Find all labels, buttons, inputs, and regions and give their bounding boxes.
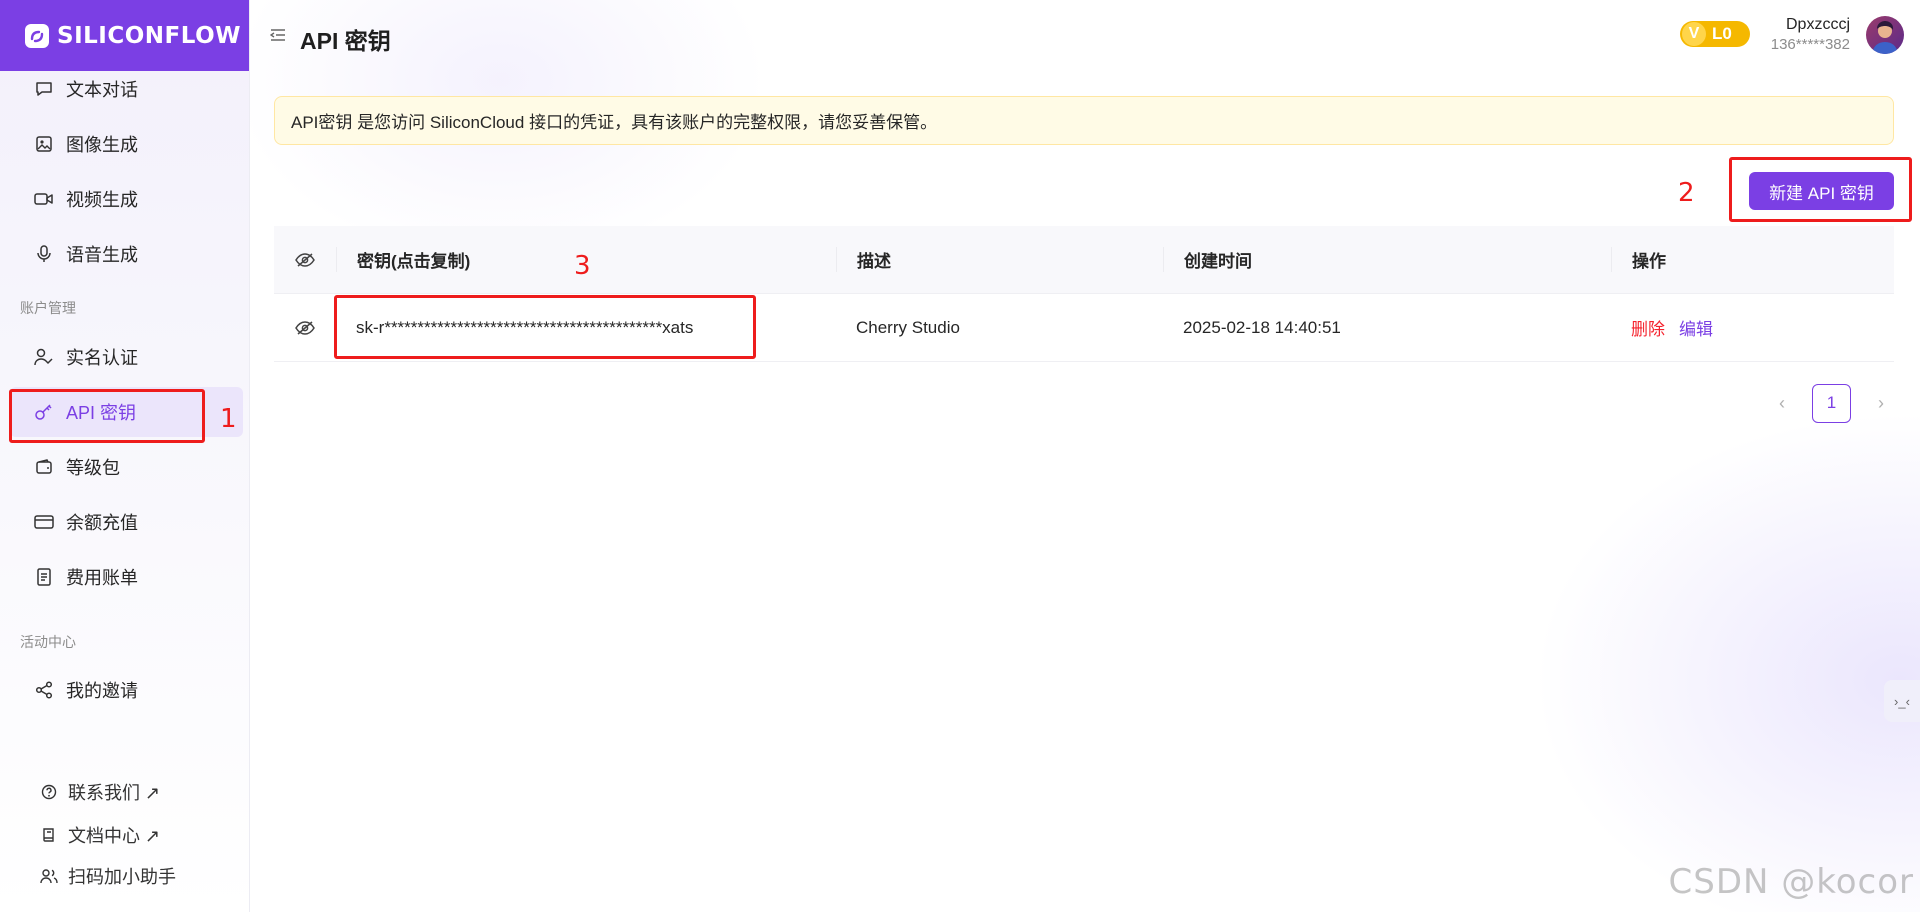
vip-icon: V [1682, 22, 1706, 46]
next-page-icon[interactable]: › [1869, 391, 1893, 415]
key-description: Cherry Studio [856, 317, 960, 337]
sidebar-item-label: 文本对话 [66, 80, 138, 100]
pagination: ‹ 1 › [1770, 383, 1893, 423]
contact-us-link[interactable]: 联系我们 ↗ [40, 779, 160, 805]
api-keys-table: 密钥(点击复制) 描述 创建时间 操作 sk-r****************… [274, 226, 1894, 362]
column-header-description: 描述 [836, 247, 1163, 272]
row-actions: 删除 编辑 [1611, 315, 1894, 340]
book-icon [40, 826, 58, 844]
sidebar-item-label: 视频生成 [66, 190, 138, 210]
api-key-value[interactable]: sk-r************************************… [336, 318, 836, 338]
contact-us-label: 联系我们 ↗ [68, 783, 161, 803]
table-header: 密钥(点击复制) 描述 创建时间 操作 [274, 226, 1894, 294]
sidebar-item-label: 余额充值 [66, 513, 138, 533]
eye-off-icon [295, 252, 315, 268]
user-phone: 136*****382 [1770, 36, 1850, 53]
sidebar-item-label: 语音生成 [66, 245, 138, 265]
level-badge[interactable]: V L0 [1680, 21, 1750, 47]
toggle-all-visibility[interactable] [274, 252, 336, 268]
collapse-sidebar-icon[interactable] [269, 28, 288, 44]
main-content: API 密钥 V L0 Dpxzcccj 136*****382 API密钥 是… [250, 0, 1920, 912]
annotation-number-3: 3 [574, 251, 591, 281]
sidebar-item-invitations[interactable]: 我的邀请 [10, 665, 243, 715]
toggle-key-visibility[interactable] [274, 320, 336, 336]
sidebar: SILICONFLOW 文本对话 图像生成 视频生成 语音生成 账户管理 实名认… [0, 0, 250, 912]
section-title-activity: 活动中心 [20, 634, 76, 650]
microphone-icon [34, 244, 54, 264]
new-api-key-button[interactable]: 新建 API 密钥 [1749, 172, 1894, 210]
code-icon: ›_‹ [1894, 693, 1910, 709]
logo-text: SILICONFLOW [57, 22, 241, 49]
help-circle-icon [40, 783, 58, 801]
assistant-link[interactable]: 扫码加小助手 [40, 863, 176, 889]
watermark: CSDN @kocor [1668, 862, 1914, 902]
wallet-icon [34, 457, 54, 477]
column-header-actions: 操作 [1611, 247, 1894, 272]
edit-key-link[interactable]: 编辑 [1679, 315, 1713, 340]
docs-center-link[interactable]: 文档中心 ↗ [40, 822, 160, 848]
floating-dev-tab[interactable]: ›_‹ [1884, 680, 1920, 722]
notice-banner: API密钥 是您访问 SiliconCloud 接口的凭证，具有该账户的完整权限… [274, 96, 1894, 145]
avatar[interactable] [1866, 16, 1904, 54]
user-check-icon [34, 347, 54, 367]
docs-center-label: 文档中心 ↗ [68, 826, 161, 846]
sidebar-item-image[interactable]: 图像生成 [10, 119, 243, 169]
sidebar-item-recharge[interactable]: 余额充值 [10, 497, 243, 547]
logo-bar[interactable]: SILICONFLOW [0, 0, 249, 71]
prev-page-icon[interactable]: ‹ [1770, 391, 1794, 415]
sidebar-item-label: API 密钥 [66, 403, 137, 423]
table-row: sk-r************************************… [274, 294, 1894, 362]
section-title-account: 账户管理 [20, 300, 76, 316]
level-label: L0 [1712, 24, 1732, 43]
column-header-created: 创建时间 [1163, 247, 1611, 272]
user-name[interactable]: Dpxzcccj [1786, 16, 1850, 34]
sidebar-item-label: 费用账单 [66, 568, 138, 588]
sidebar-item-label: 图像生成 [66, 135, 138, 155]
app: SILICONFLOW 文本对话 图像生成 视频生成 语音生成 账户管理 实名认… [0, 0, 1920, 912]
sidebar-item-verification[interactable]: 实名认证 [10, 332, 243, 382]
sidebar-item-billing[interactable]: 费用账单 [10, 552, 243, 602]
sidebar-item-label: 我的邀请 [66, 681, 138, 701]
page-title: API 密钥 [300, 28, 391, 54]
image-icon [34, 134, 54, 154]
key-created-time: 2025-02-18 14:40:51 [1183, 317, 1341, 337]
key-icon [34, 402, 54, 422]
page-number-current[interactable]: 1 [1812, 383, 1851, 423]
video-camera-icon [34, 189, 54, 209]
document-list-icon [34, 567, 54, 587]
sidebar-item-label: 实名认证 [66, 348, 138, 368]
sidebar-item-level-package[interactable]: 等级包 [10, 442, 243, 492]
sidebar-item-api-keys[interactable]: API 密钥 [10, 387, 243, 437]
topbar: API 密钥 V L0 Dpxzcccj 136*****382 [250, 0, 1920, 72]
annotation-number-1: 1 [220, 404, 237, 434]
share-icon [34, 680, 54, 700]
sidebar-item-video[interactable]: 视频生成 [10, 174, 243, 224]
assistant-label: 扫码加小助手 [68, 867, 176, 887]
sidebar-item-chat[interactable]: 文本对话 [10, 64, 243, 114]
eye-off-icon [295, 320, 315, 336]
sidebar-item-speech[interactable]: 语音生成 [10, 229, 243, 279]
credit-card-icon [34, 512, 54, 532]
chat-bubble-icon [34, 79, 54, 99]
users-icon [40, 867, 58, 885]
annotation-number-2: 2 [1678, 178, 1695, 208]
delete-key-link[interactable]: 删除 [1631, 315, 1665, 340]
siliconflow-logo-icon [25, 23, 49, 48]
sidebar-item-label: 等级包 [66, 458, 120, 478]
